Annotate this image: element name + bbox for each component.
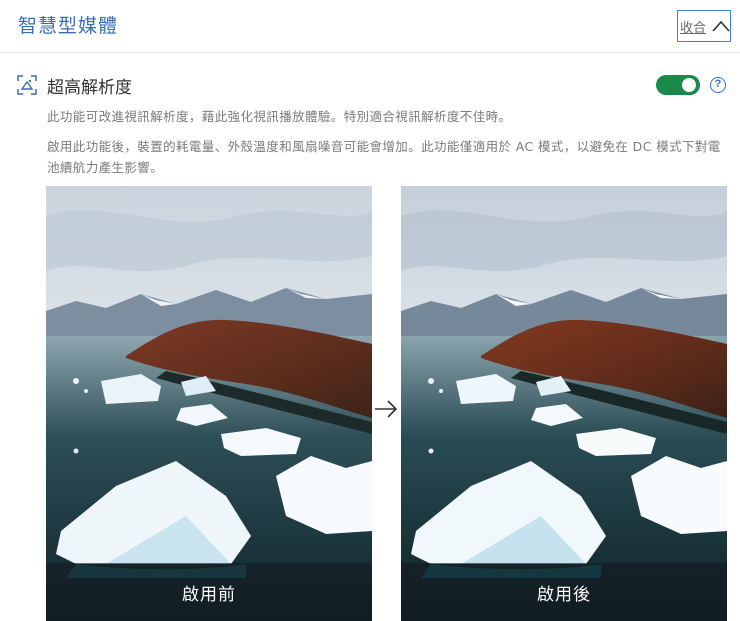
after-caption-bar: 啟用後 [401, 563, 727, 621]
arctic-landscape-illustration [401, 186, 727, 621]
arrow-right-icon [375, 400, 398, 418]
arctic-landscape-illustration [46, 186, 372, 621]
after-caption: 啟用後 [537, 584, 591, 605]
page-title: 智慧型媒體 [18, 15, 119, 37]
super-resolution-icon [17, 75, 37, 95]
after-image: 啟用後 [401, 186, 727, 621]
chevron-up-icon [712, 20, 730, 32]
section-header: 智慧型媒體 收合 [0, 0, 740, 53]
before-image: 啟用前 [46, 186, 372, 621]
collapse-label: 收合 [680, 20, 707, 36]
feature-warning-description: 啟用此功能後，裝置的耗電量、外殼溫度和風扇噪音可能會增加。此功能僅適用於 AC … [47, 139, 721, 175]
feature-description: 此功能可改進視訊解析度，藉此強化視訊播放體驗。特別適合視訊解析度不佳時。 [47, 109, 512, 124]
super-resolution-toggle[interactable] [656, 75, 700, 95]
question-circle-icon[interactable]: ? [710, 77, 726, 93]
collapse-button[interactable]: 收合 [677, 10, 731, 42]
toggle-knob [682, 78, 696, 92]
feature-title: 超高解析度 [47, 78, 132, 98]
before-caption: 啟用前 [182, 584, 236, 605]
before-caption-bar: 啟用前 [46, 563, 372, 621]
